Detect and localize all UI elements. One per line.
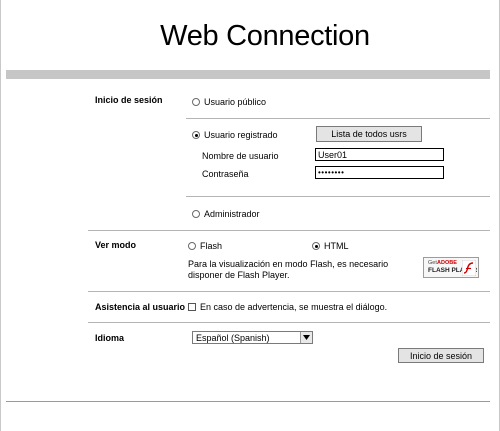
assist-checkbox-label: En caso de advertencia, se muestra el di… [200, 302, 388, 312]
registered-user-option[interactable]: Usuario registrado [192, 130, 278, 140]
flash-logo-icon [462, 260, 476, 276]
badge-get-text: Get [428, 260, 437, 266]
flash-radio[interactable] [188, 242, 196, 250]
username-input[interactable] [315, 148, 444, 161]
footer-divider [6, 401, 490, 402]
assist-option[interactable]: En caso de advertencia, se muestra el di… [188, 302, 387, 312]
flash-option[interactable]: Flash [188, 241, 222, 251]
flash-note: Para la visualización en modo Flash, es … [188, 259, 389, 280]
language-section-label: Idioma [95, 333, 125, 343]
flash-label: Flash [200, 241, 223, 251]
html-option[interactable]: HTML [312, 241, 349, 251]
chevron-down-icon[interactable] [300, 332, 312, 343]
admin-radio[interactable] [192, 210, 200, 218]
assist-checkbox[interactable] [188, 303, 196, 311]
password-label: Contraseña [202, 169, 249, 179]
header-bar [6, 70, 490, 79]
username-label: Nombre de usuario [202, 151, 279, 161]
view-mode-section-label: Ver modo [95, 240, 137, 250]
login-section-label: Inicio de sesión [95, 95, 163, 105]
list-all-users-button[interactable]: Lista de todos usrs [316, 126, 422, 142]
divider [88, 291, 490, 292]
app-title: Web Connection [160, 20, 370, 52]
admin-label: Administrador [204, 209, 260, 219]
public-user-label: Usuario público [204, 97, 267, 107]
divider [186, 118, 490, 119]
password-input[interactable] [315, 166, 444, 179]
html-label: HTML [324, 241, 349, 251]
html-radio[interactable] [312, 242, 320, 250]
assist-section-label: Asistencia al usuario [95, 302, 186, 312]
divider [186, 196, 490, 197]
registered-user-radio[interactable] [192, 131, 200, 139]
admin-option[interactable]: Administrador [192, 209, 260, 219]
divider [88, 322, 490, 323]
public-user-radio[interactable] [192, 98, 200, 106]
login-button[interactable]: Inicio de sesión [398, 348, 484, 363]
badge-adobe-text: ADOBE [437, 260, 457, 266]
divider [88, 230, 490, 231]
public-user-option[interactable]: Usuario público [192, 97, 266, 107]
registered-user-label: Usuario registrado [204, 130, 278, 140]
language-select[interactable]: Español (Spanish) [192, 331, 313, 344]
language-select-value: Español (Spanish) [196, 333, 270, 343]
get-flash-player-badge[interactable]: Get ADOBE FLASH PLAYER [423, 257, 479, 278]
